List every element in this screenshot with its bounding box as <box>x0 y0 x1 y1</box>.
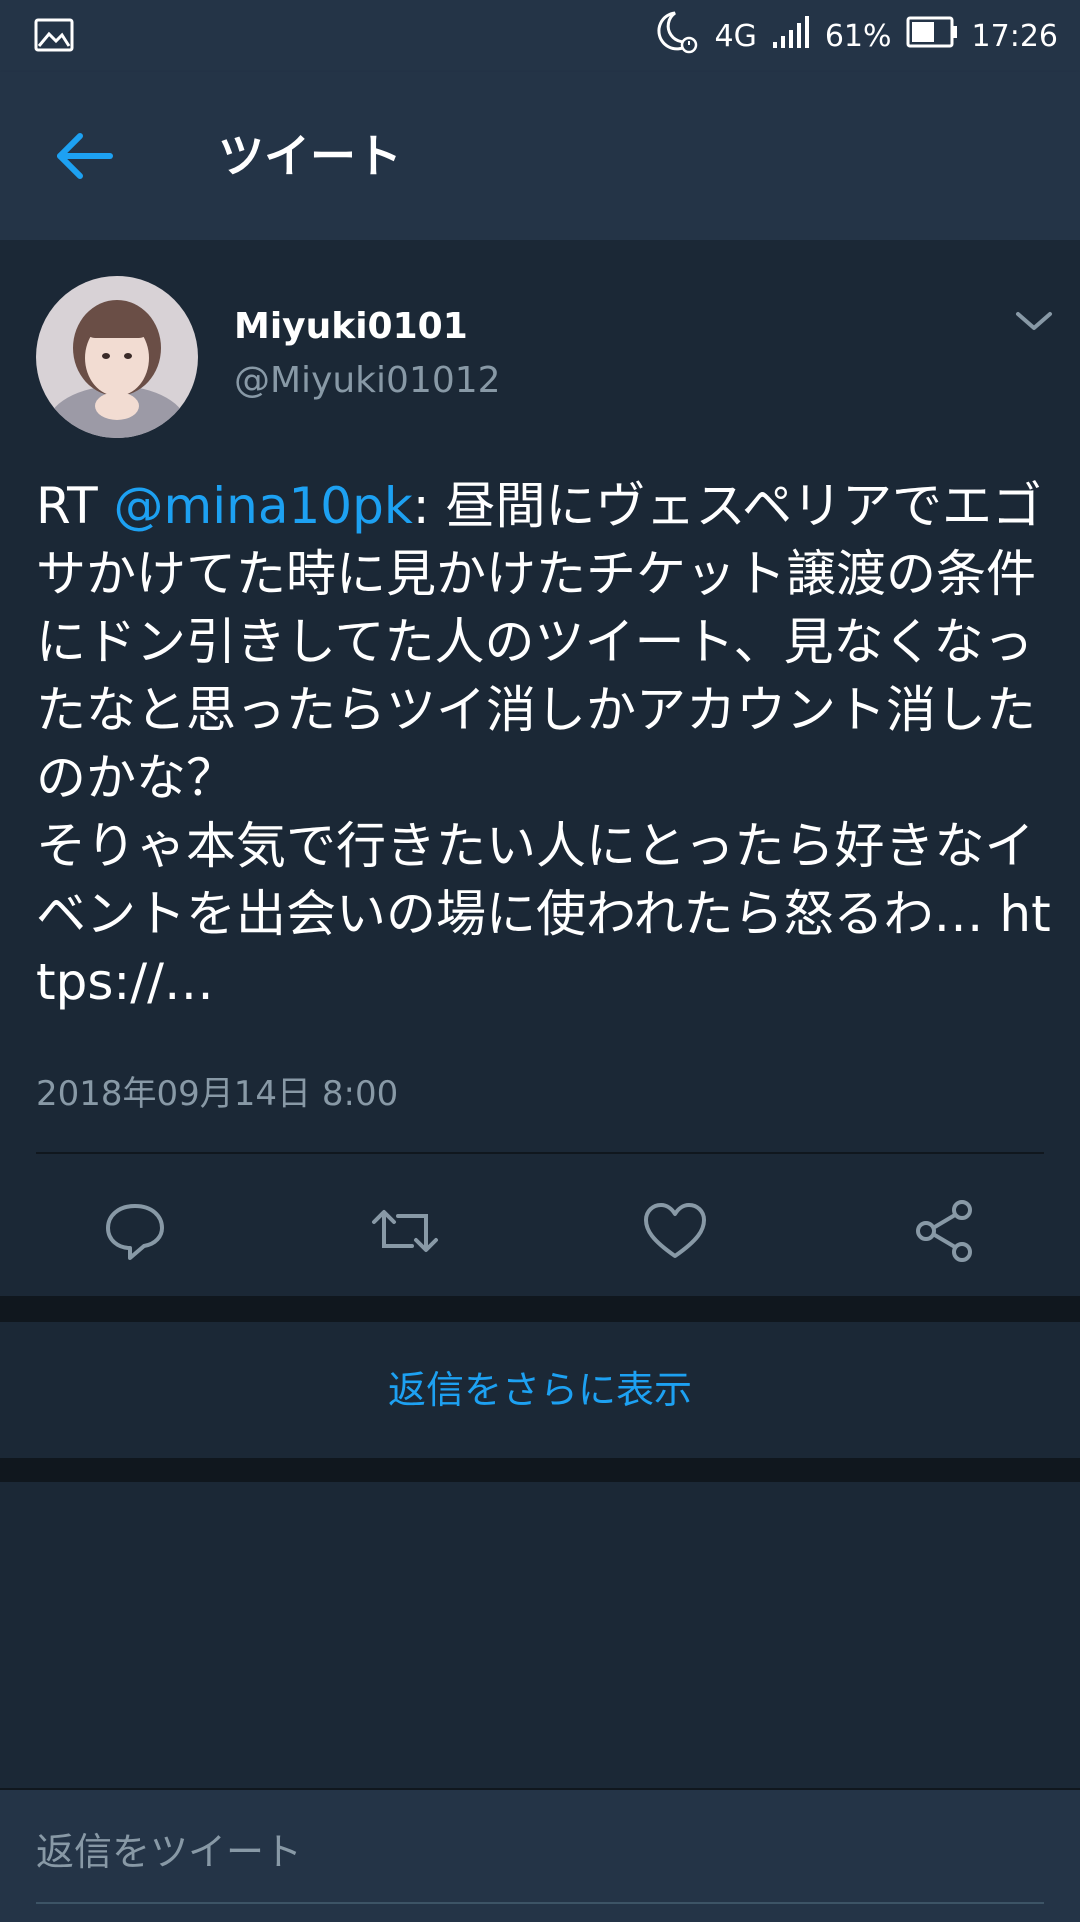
retweet-icon[interactable] <box>370 1196 440 1266</box>
image-icon <box>34 18 74 56</box>
reply-icon[interactable] <box>100 1196 170 1266</box>
like-icon[interactable] <box>640 1196 710 1266</box>
section-separator <box>0 1296 1080 1322</box>
chevron-down-icon[interactable] <box>1012 306 1056 336</box>
reply-input[interactable]: 返信をツイート <box>36 1822 1044 1882</box>
reply-input-underline <box>36 1902 1044 1904</box>
page-title: ツイート <box>218 129 402 183</box>
signal-icon <box>771 14 811 58</box>
app-bar: ツイート <box>0 72 1080 240</box>
tweet-text: RT @mina10pk: 昼間にヴェスペリアでエゴサかけてた時に見かけたチケッ… <box>36 472 1056 1016</box>
status-bar: 4G 61% 17:26 <box>0 0 1080 72</box>
section-separator <box>0 1458 1080 1482</box>
rt-prefix: RT <box>36 477 114 535</box>
tweet-actions <box>0 1196 1080 1266</box>
moon-alarm-icon <box>655 9 701 63</box>
battery-percent: 61% <box>824 18 892 54</box>
divider <box>36 1152 1044 1154</box>
tweet-detail: Miyuki0101 @Miyuki01012 RT @mina10pk: 昼間… <box>0 240 1080 1296</box>
avatar[interactable] <box>36 276 198 438</box>
show-more-replies-button[interactable]: 返信をさらに表示 <box>0 1322 1080 1458</box>
mention-link[interactable]: @mina10pk <box>114 477 413 535</box>
empty-area <box>0 1482 1080 1788</box>
clock: 17:26 <box>971 18 1058 54</box>
display-name[interactable]: Miyuki0101 <box>234 306 468 347</box>
tweet-timestamp: 2018年09月14日 8:00 <box>36 1074 399 1114</box>
user-handle[interactable]: @Miyuki01012 <box>234 360 501 401</box>
reply-bar: 返信をツイート <box>0 1788 1080 1922</box>
back-arrow-icon[interactable] <box>52 124 116 188</box>
network-label: 4G <box>714 18 757 54</box>
share-icon[interactable] <box>910 1196 980 1266</box>
battery-icon <box>906 16 958 56</box>
tweet-body: : 昼間にヴェスペリアでエゴサかけてた時に見かけたチケット譲渡の条件にドン引きし… <box>36 477 1051 1011</box>
